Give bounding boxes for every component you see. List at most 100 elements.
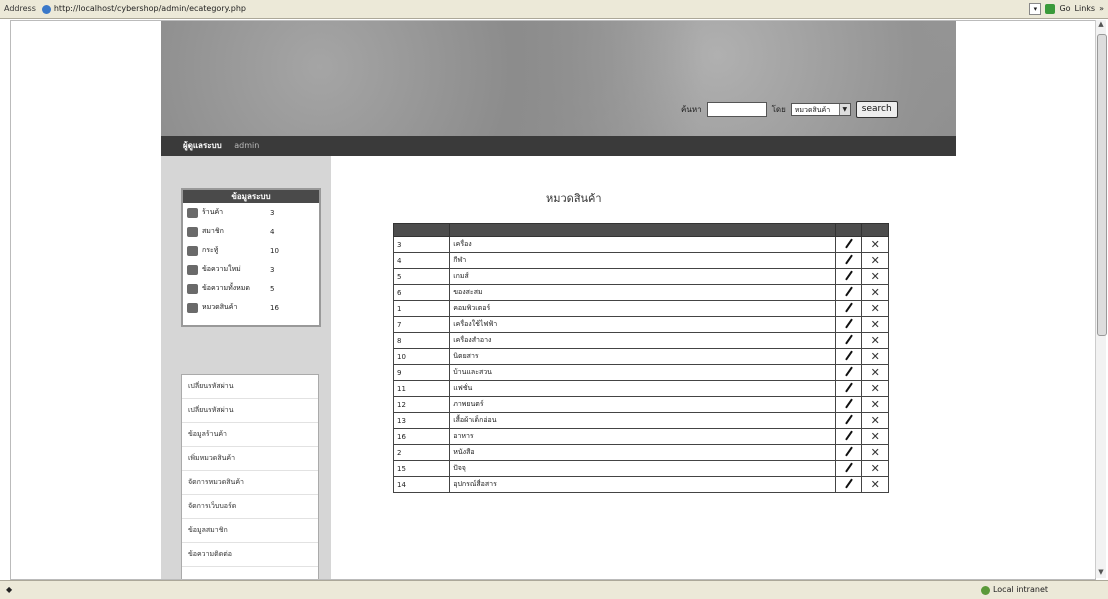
delete-button[interactable]: ✕ (861, 380, 889, 397)
delete-icon[interactable]: ✕ (871, 302, 880, 315)
admin-menu: เปลี่ยนรหัสผ่าน เปลี่ยนรหัสผ่าน ข้อมูลร้… (181, 374, 319, 579)
category-id: 1 (392, 300, 451, 317)
go-button[interactable]: Go (1059, 0, 1070, 18)
delete-icon[interactable]: ✕ (871, 382, 880, 395)
delete-button[interactable]: ✕ (861, 316, 889, 333)
edit-button[interactable] (834, 316, 863, 333)
search-button[interactable]: search (855, 101, 898, 118)
stats-row-topics[interactable]: กระทู้ 10 (183, 241, 319, 260)
pencil-icon[interactable] (844, 462, 853, 473)
scroll-thumb[interactable] (1097, 34, 1107, 336)
delete-icon[interactable]: ✕ (871, 462, 880, 475)
chevron-down-icon[interactable]: ▼ (838, 104, 850, 115)
address-dropdown-button[interactable]: ▾ (1029, 3, 1042, 15)
category-id: 9 (392, 364, 451, 381)
edit-button[interactable] (834, 412, 863, 429)
stats-row-members[interactable]: สมาชิก 4 (183, 222, 319, 241)
edit-button[interactable] (834, 396, 863, 413)
delete-icon[interactable]: ✕ (871, 366, 880, 379)
edit-button[interactable] (834, 460, 863, 477)
edit-button[interactable] (834, 364, 863, 381)
delete-icon[interactable]: ✕ (871, 318, 880, 331)
stats-row-shops[interactable]: ร้านค้า 3 (183, 203, 319, 222)
stats-row-categories[interactable]: หมวดสินค้า 16 (183, 298, 319, 317)
menu-item[interactable]: จัดการหมวดสินค้า (182, 471, 318, 495)
delete-button[interactable]: ✕ (861, 236, 889, 253)
delete-button[interactable]: ✕ (861, 444, 889, 461)
delete-icon[interactable]: ✕ (871, 270, 880, 283)
edit-button[interactable] (834, 428, 863, 445)
pencil-icon[interactable] (844, 254, 853, 265)
delete-button[interactable]: ✕ (861, 364, 889, 381)
edit-button[interactable] (834, 332, 863, 349)
table-row: 3 เครื่อง ✕ (392, 236, 889, 253)
delete-button[interactable]: ✕ (861, 300, 889, 317)
pencil-icon[interactable] (844, 238, 853, 249)
delete-button[interactable]: ✕ (861, 332, 889, 349)
pencil-icon[interactable] (844, 414, 853, 425)
chevron-right-icon[interactable]: » (1099, 0, 1104, 18)
delete-button[interactable]: ✕ (861, 396, 889, 413)
search-form: ค้นหา โดย หมวดสินค้า ▼ search (681, 101, 898, 118)
pencil-icon[interactable] (844, 398, 853, 409)
column-header-name (449, 223, 836, 237)
pencil-icon[interactable] (844, 366, 853, 377)
pencil-icon[interactable] (844, 430, 853, 441)
delete-icon[interactable]: ✕ (871, 334, 880, 347)
menu-item[interactable]: เปลี่ยนรหัสผ่าน (182, 375, 318, 399)
delete-button[interactable]: ✕ (861, 476, 889, 493)
delete-icon[interactable]: ✕ (871, 430, 880, 443)
delete-icon[interactable]: ✕ (871, 398, 880, 411)
edit-button[interactable] (834, 284, 863, 301)
edit-button[interactable] (834, 268, 863, 285)
delete-button[interactable]: ✕ (861, 428, 889, 445)
security-zone: Local intranet (980, 581, 1048, 599)
edit-button[interactable] (834, 236, 863, 253)
delete-icon[interactable]: ✕ (871, 478, 880, 491)
edit-button[interactable] (834, 476, 863, 493)
edit-button[interactable] (834, 348, 863, 365)
pencil-icon[interactable] (844, 446, 853, 457)
pencil-icon[interactable] (844, 334, 853, 345)
table-row: 11 แฟชั่น ✕ (392, 380, 889, 397)
delete-icon[interactable]: ✕ (871, 350, 880, 363)
delete-icon[interactable]: ✕ (871, 446, 880, 459)
menu-item[interactable]: ข้อมูลสมาชิก (182, 519, 318, 543)
scroll-down-icon[interactable]: ▼ (1096, 568, 1106, 578)
stats-row-new-messages[interactable]: ข้อความใหม่ 3 (183, 260, 319, 279)
search-input[interactable] (706, 102, 767, 117)
delete-button[interactable]: ✕ (861, 412, 889, 429)
delete-icon[interactable]: ✕ (871, 238, 880, 251)
go-arrow-icon[interactable] (1045, 4, 1056, 14)
address-input[interactable]: http://localhost/cybershop/admin/ecatego… (54, 0, 246, 18)
pencil-icon[interactable] (844, 478, 853, 489)
pencil-icon[interactable] (844, 318, 853, 329)
delete-icon[interactable]: ✕ (871, 286, 880, 299)
edit-button[interactable] (834, 380, 863, 397)
menu-item[interactable]: เปลี่ยนรหัสผ่าน (182, 399, 318, 423)
edit-button[interactable] (834, 252, 863, 269)
delete-button[interactable]: ✕ (861, 252, 889, 269)
edit-button[interactable] (834, 444, 863, 461)
links-button[interactable]: Links (1075, 0, 1096, 18)
delete-button[interactable]: ✕ (861, 284, 889, 301)
edit-button[interactable] (834, 300, 863, 317)
pencil-icon[interactable] (844, 350, 853, 361)
delete-icon[interactable]: ✕ (871, 254, 880, 267)
menu-item[interactable]: จัดการเว็บบอร์ด (182, 495, 318, 519)
delete-button[interactable]: ✕ (861, 348, 889, 365)
menu-item[interactable]: ข้อมูลร้านค้า (182, 423, 318, 447)
pencil-icon[interactable] (844, 382, 853, 393)
pencil-icon[interactable] (844, 302, 853, 313)
pencil-icon[interactable] (844, 270, 853, 281)
stats-row-all-messages[interactable]: ข้อความทั้งหมด 5 (183, 279, 319, 298)
delete-button[interactable]: ✕ (861, 268, 889, 285)
pencil-icon[interactable] (844, 286, 853, 297)
delete-icon[interactable]: ✕ (871, 414, 880, 427)
menu-item[interactable]: ข้อความติดต่อ (182, 543, 318, 567)
search-category-select[interactable]: หมวดสินค้า ▼ (790, 103, 851, 116)
vertical-scrollbar[interactable]: ▲ ▼ (1095, 20, 1107, 578)
delete-button[interactable]: ✕ (861, 460, 889, 477)
menu-item[interactable]: เพิ่มหมวดสินค้า (182, 447, 318, 471)
scroll-up-icon[interactable]: ▲ (1096, 20, 1106, 30)
